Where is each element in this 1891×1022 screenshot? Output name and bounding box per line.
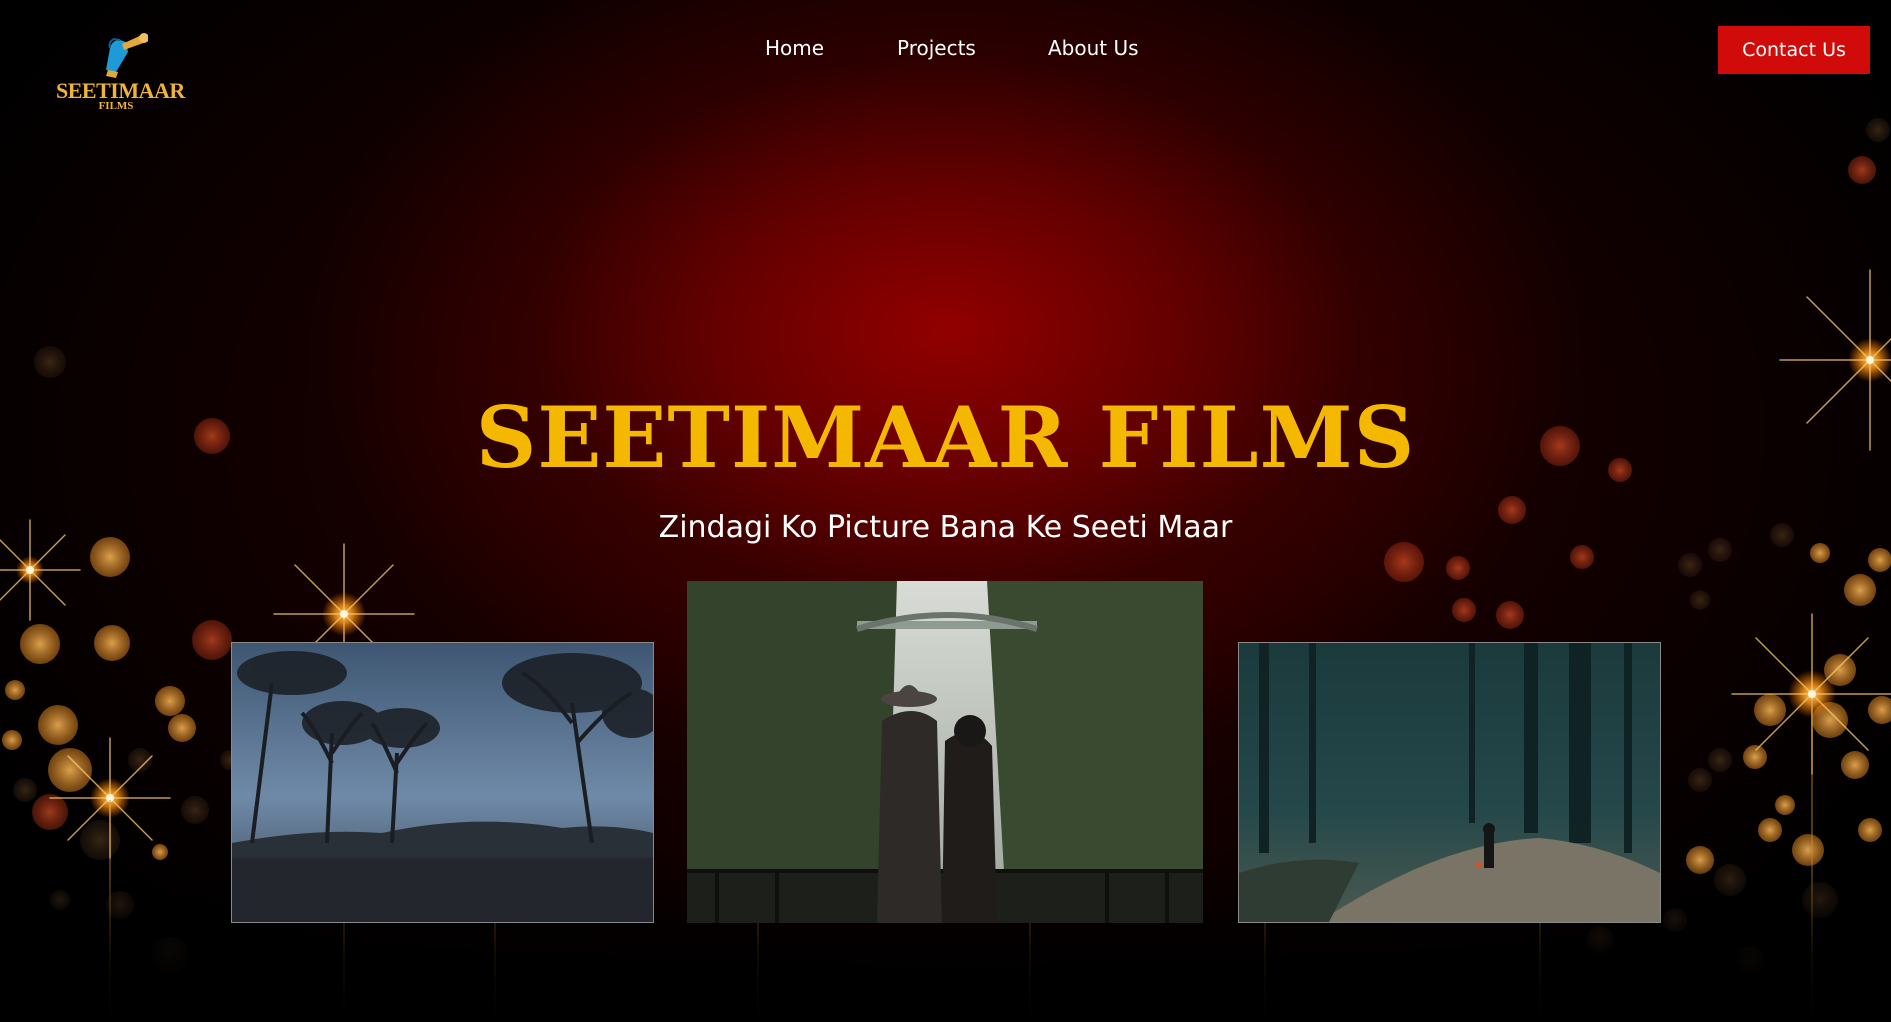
bokeh-dot [168, 714, 196, 742]
nav-about-link[interactable]: About Us [1048, 36, 1139, 60]
bokeh-dot [48, 748, 92, 792]
bokeh-dot [20, 624, 60, 664]
bokeh-dot [1868, 548, 1891, 572]
nav-projects-link[interactable]: Projects [897, 36, 976, 60]
bokeh-dot [1384, 542, 1424, 582]
hero-title: SEETIMAAR FILMS [475, 388, 1416, 487]
bokeh-dot [1758, 818, 1782, 842]
bokeh-dot [1858, 818, 1882, 842]
bokeh-dot [1452, 598, 1476, 622]
bokeh-dot [80, 820, 120, 860]
main-nav: Home Projects About Us [0, 36, 1891, 66]
bokeh-dot [1848, 156, 1876, 184]
bokeh-dot [13, 778, 37, 802]
bokeh-dot [1708, 748, 1732, 772]
bokeh-dot [1844, 574, 1876, 606]
bokeh-dot [1808, 690, 1816, 698]
bokeh-dot [1866, 356, 1874, 364]
hero-subtitle: Zindagi Ko Picture Bana Ke Seeti Maar [658, 510, 1233, 545]
bokeh-dot [192, 620, 232, 660]
contact-us-button[interactable]: Contact Us [1718, 26, 1870, 74]
trees-silhouette-photo [231, 642, 654, 923]
bokeh-dot [152, 844, 168, 860]
forest-path-photo [1238, 642, 1661, 923]
logo-subtext: FILMS [98, 100, 134, 112]
bokeh-dot [1754, 694, 1786, 726]
bokeh-dot [5, 680, 25, 700]
bokeh-dot [26, 566, 34, 574]
bokeh-dot [340, 610, 348, 618]
bokeh-dot [1446, 556, 1470, 580]
bokeh-dot [94, 625, 130, 661]
bokeh-dot [1866, 118, 1890, 142]
bokeh-dot [2, 730, 22, 750]
bokeh-dot [181, 796, 209, 824]
bokeh-dot [1841, 751, 1869, 779]
bokeh-dot [1868, 696, 1891, 724]
bokeh-dot [32, 794, 68, 830]
bokeh-dot [1775, 795, 1795, 815]
bokeh-dot [34, 346, 66, 378]
bokeh-dot [1570, 545, 1594, 569]
couple-waterfall-photo [687, 581, 1203, 923]
bokeh-dot [38, 705, 78, 745]
nav-home-link[interactable]: Home [765, 36, 824, 60]
bokeh-dot [155, 686, 185, 716]
bokeh-dot [1688, 768, 1712, 792]
bokeh-dot [1496, 601, 1524, 629]
bokeh-dot [1678, 553, 1702, 577]
bokeh-dot [1690, 590, 1710, 610]
bokeh-dot [1743, 745, 1767, 769]
